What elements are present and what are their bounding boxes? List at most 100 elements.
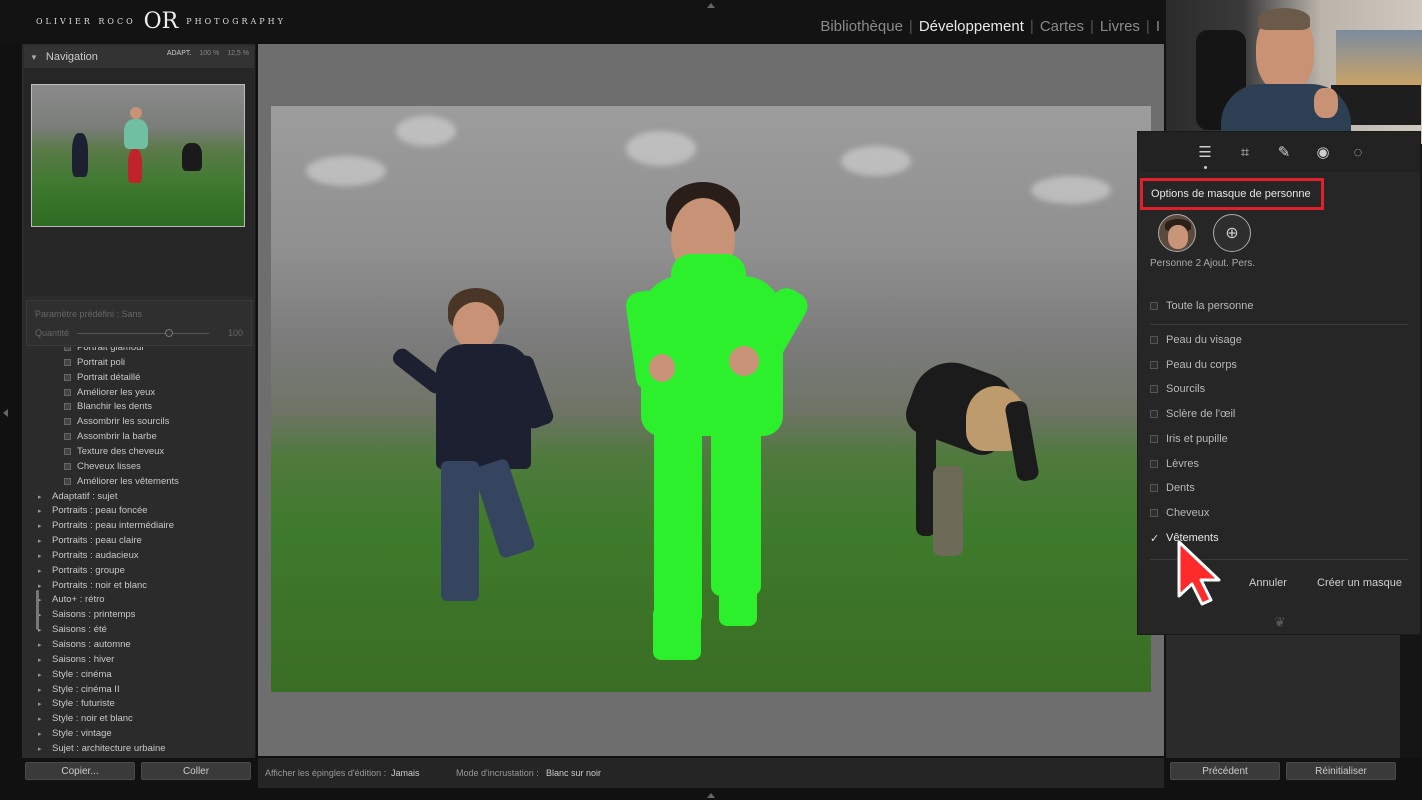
preset-group[interactable]: ▸ Saisons : été (38, 624, 107, 635)
expand-triangle-icon[interactable]: ▸ (38, 596, 52, 604)
collapse-bottom-arrow-icon[interactable] (707, 793, 715, 798)
mask-option[interactable]: Iris et pupille (1150, 433, 1228, 445)
expand-triangle-icon[interactable]: ▸ (38, 582, 52, 590)
collapse-triangle-icon[interactable]: ▼ (30, 53, 38, 62)
preset-group[interactable]: ▸ Portraits : audacieux (38, 550, 139, 561)
expand-triangle-icon[interactable]: ▸ (38, 715, 52, 723)
expand-triangle-icon[interactable]: ▸ (38, 567, 52, 575)
reset-button[interactable]: Réinitialiser (1286, 762, 1396, 780)
expand-triangle-icon[interactable]: ▸ (38, 671, 52, 679)
preset-group[interactable]: ▸ Saisons : automne (38, 639, 131, 650)
mask-option[interactable]: Sourcils (1150, 383, 1205, 395)
preset-group[interactable]: ▸ Sujet : architecture urbaine (38, 743, 166, 754)
preset-item[interactable]: Portrait détaillé (64, 372, 140, 383)
preset-item[interactable]: Assombrir la barbe (64, 431, 157, 442)
red-eye-icon[interactable]: ◉ (1314, 144, 1332, 162)
paste-settings-button[interactable]: Coller (141, 762, 251, 780)
preset-group[interactable]: ▸ Portraits : groupe (38, 565, 125, 576)
zoom-fit[interactable]: ADAPT. (167, 50, 192, 57)
mask-option[interactable]: Cheveux (1150, 507, 1209, 519)
module-develop[interactable]: Développement (913, 18, 1030, 35)
preset-group[interactable]: ▸ Saisons : hiver (38, 654, 114, 665)
preset-item[interactable]: Blanchir les dents (64, 401, 152, 412)
preset-item[interactable]: Améliorer les yeux (64, 387, 155, 398)
expand-triangle-icon[interactable]: ▸ (38, 537, 52, 545)
preset-group[interactable]: ▸ Style : noir et blanc (38, 713, 133, 724)
expand-triangle-icon[interactable]: ▸ (38, 522, 52, 530)
collapse-top-arrow-icon[interactable] (707, 3, 715, 8)
collapse-left-arrow-icon[interactable] (3, 409, 8, 417)
copy-settings-button[interactable]: Copier... (25, 762, 135, 780)
preset-group[interactable]: ▸ Adaptatif : sujet (38, 491, 117, 502)
checkbox-checked[interactable]: ✓ (1150, 532, 1159, 545)
preset-item[interactable]: Texture des cheveux (64, 446, 164, 457)
amount-label: Quantité (35, 328, 70, 338)
preset-item[interactable]: Cheveux lisses (64, 461, 141, 472)
mask-option[interactable]: Peau du visage (1150, 334, 1242, 346)
module-library[interactable]: Bibliothèque (814, 18, 909, 35)
preset-item[interactable]: Portrait poli (64, 357, 125, 368)
preset-group[interactable]: ▸ Style : cinéma II (38, 684, 120, 695)
expand-triangle-icon[interactable]: ▸ (38, 611, 52, 619)
expand-triangle-icon[interactable]: ▸ (38, 656, 52, 664)
edit-sliders-icon[interactable]: ☰ (1196, 144, 1214, 162)
previous-button[interactable]: Précédent (1170, 762, 1280, 780)
preset-group[interactable]: ▸ Portraits : peau foncée (38, 505, 148, 516)
cancel-button[interactable]: Annuler (1249, 577, 1287, 589)
expand-triangle-icon[interactable]: ▸ (38, 641, 52, 649)
expand-triangle-icon[interactable]: ▸ (38, 493, 52, 501)
checkbox[interactable] (1150, 336, 1158, 344)
preset-item[interactable]: Portrait glamour (64, 347, 145, 353)
add-person-icon[interactable]: ⊕ (1213, 214, 1251, 252)
create-mask-button[interactable]: Créer un masque (1317, 577, 1402, 589)
preset-item[interactable]: Assombrir les sourcils (64, 416, 169, 427)
zoom-custom[interactable]: 12,5 % (227, 50, 249, 57)
mask-option[interactable]: Lèvres (1150, 458, 1199, 470)
mask-option[interactable]: Peau du corps (1150, 359, 1237, 371)
preset-group[interactable]: ▸ Portraits : peau intermédiaire (38, 520, 174, 531)
preset-item[interactable]: Améliorer les vêtements (64, 476, 179, 487)
option-whole-person[interactable]: Toute la personne (1150, 300, 1253, 312)
crop-icon[interactable]: ⌗ (1236, 144, 1254, 162)
edit-pins-select[interactable]: Jamais (391, 768, 420, 778)
preset-group[interactable]: ▸ Style : vintage (38, 728, 112, 739)
checkbox[interactable] (1150, 508, 1158, 517)
zoom-100[interactable]: 100 % (199, 50, 219, 57)
expand-triangle-icon[interactable]: ▸ (38, 730, 52, 738)
preset-group[interactable]: ▸ Saisons : printemps (38, 609, 135, 620)
preset-group[interactable]: ▸ Portraits : noir et blanc (38, 580, 147, 591)
checkbox[interactable] (1150, 434, 1158, 443)
preset-group[interactable]: ▸ Auto+ : rétro (38, 594, 105, 605)
person-avatar[interactable] (1158, 214, 1196, 252)
logo-monogram: OR (143, 8, 179, 34)
module-truncated[interactable]: I (1150, 18, 1166, 35)
expand-triangle-icon[interactable]: ▸ (38, 686, 52, 694)
checkbox[interactable] (1150, 385, 1158, 394)
checkbox[interactable] (1150, 459, 1158, 468)
expand-triangle-icon[interactable]: ▸ (38, 626, 52, 634)
module-map[interactable]: Cartes (1034, 18, 1090, 35)
checkbox[interactable] (1150, 360, 1158, 369)
expand-triangle-icon[interactable]: ▸ (38, 552, 52, 560)
left-panel-scrollbar[interactable] (36, 590, 39, 630)
overlay-mode-select[interactable]: Blanc sur noir (546, 768, 601, 778)
preset-group[interactable]: ▸ Portraits : peau claire (38, 535, 142, 546)
photo-with-mask-overlay[interactable] (271, 106, 1151, 692)
mask-option[interactable]: Dents (1150, 482, 1195, 494)
amount-slider-thumb[interactable] (165, 329, 174, 337)
navigator-thumbnail[interactable] (31, 84, 245, 227)
module-book[interactable]: Livres (1094, 18, 1146, 35)
checkbox[interactable] (1150, 410, 1158, 419)
expand-triangle-icon[interactable]: ▸ (38, 745, 52, 753)
preset-group[interactable]: ▸ Style : futuriste (38, 698, 115, 709)
checkbox[interactable] (1150, 302, 1158, 310)
expand-triangle-icon[interactable]: ▸ (38, 507, 52, 515)
mask-option[interactable]: Sclère de l'œil (1150, 408, 1235, 420)
amount-value: 100 (227, 328, 243, 338)
preset-group[interactable]: ▸ Style : cinéma (38, 669, 112, 680)
amount-slider-track[interactable] (77, 333, 209, 334)
masking-icon[interactable]: ◌ (1349, 144, 1367, 162)
healing-icon[interactable]: ✎ (1275, 144, 1293, 162)
expand-triangle-icon[interactable]: ▸ (38, 700, 52, 708)
checkbox[interactable] (1150, 484, 1158, 493)
